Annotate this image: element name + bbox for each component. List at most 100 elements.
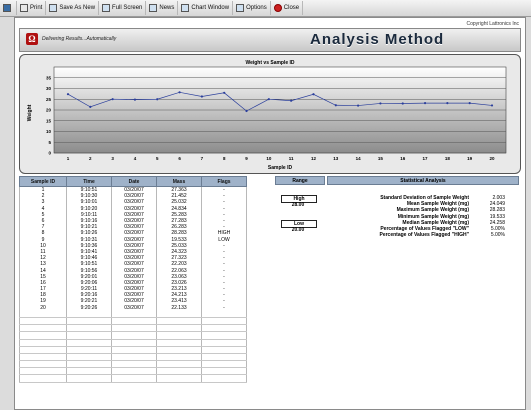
x-tick-label: 12 (311, 156, 317, 161)
empty-cell (111, 331, 157, 340)
empty-cell (111, 374, 157, 383)
sample-table: Sample ID Time Date Mass Flags 1 9:10:51 0… (19, 176, 247, 383)
data-point (89, 105, 92, 108)
data-point (178, 91, 181, 94)
empty-table-row (19, 310, 247, 318)
data-point (245, 109, 248, 113)
x-tick-label: 3 (111, 156, 114, 161)
x-tick-label: 7 (201, 156, 204, 161)
empty-cell (201, 310, 247, 318)
x-tick-label: 15 (378, 156, 384, 161)
empty-cell (111, 346, 157, 354)
empty-cell (66, 360, 112, 369)
empty-cell (156, 374, 202, 383)
stat-row: Percentage of Values Flagged "LOW" 5.00% (327, 226, 519, 232)
empty-cell (156, 339, 202, 347)
empty-cell (19, 317, 67, 326)
x-tick-label: 8 (223, 156, 226, 161)
x-tick-label: 14 (356, 156, 362, 161)
stat-label: Median Sample Weight (mg) (402, 219, 469, 226)
stat-label: Percentage of Values Flagged "LOW" (380, 226, 469, 232)
empty-cell (111, 324, 157, 333)
x-tick-label: 16 (400, 156, 406, 161)
empty-cell (111, 317, 157, 326)
app-menu[interactable] (0, 1, 17, 15)
x-tick-label: 10 (266, 156, 272, 161)
empty-cell (66, 331, 112, 340)
empty-table-row (19, 339, 247, 347)
tagline: Delivering Results...Automatically (42, 36, 117, 42)
data-point (290, 99, 293, 102)
full-screen-button[interactable]: Full Screen (99, 1, 147, 15)
close-icon (273, 4, 282, 12)
print-button[interactable]: Print (17, 1, 47, 15)
x-tick-label: 18 (445, 156, 451, 161)
y-tick-label: 20 (46, 108, 52, 113)
data-point (490, 104, 494, 107)
empty-cell (66, 374, 112, 383)
stat-value: 28.283 (489, 207, 505, 214)
stat-value: 5.00% (490, 226, 505, 232)
empty-cell (156, 346, 202, 354)
data-point (357, 104, 360, 107)
close-button[interactable]: Close (271, 1, 304, 15)
empty-cell (156, 324, 202, 333)
stat-value: 5.00% (490, 232, 505, 239)
news-button[interactable]: News (146, 1, 179, 15)
data-point (200, 95, 203, 98)
save-as-new-button[interactable]: Save As New (46, 1, 100, 15)
y-tick-label: 0 (48, 151, 51, 156)
y-tick-label: 35 (46, 75, 52, 80)
x-axis-label: Sample ID (268, 165, 293, 171)
empty-cell (19, 367, 67, 376)
chart-canvas: Weight vs Sample ID 051015202530351 2 3 4 5 6… (27, 60, 507, 171)
col-date[interactable]: Date (111, 176, 157, 187)
data-point (267, 98, 270, 101)
data-point (66, 93, 70, 96)
data-point (133, 98, 137, 101)
app-icon (3, 4, 11, 12)
empty-cell (66, 324, 112, 333)
stat-value: 2.003 (492, 195, 505, 201)
stat-value: 24.049 (489, 201, 505, 208)
stat-row: Median Sample Weight (mg) 24.258 (327, 220, 519, 226)
x-tick-label: 4 (134, 156, 137, 161)
col-mass[interactable]: Mass (156, 176, 202, 187)
stat-row: Minimum Sample Weight (mg) 19.533 (327, 214, 519, 220)
report-header: Ω Delivering Results...Automatically Ana… (19, 28, 521, 52)
stat-label: Maximum Sample Weight (mg) (396, 207, 469, 214)
empty-cell (111, 310, 157, 318)
x-tick-label: 5 (156, 156, 159, 161)
col-sample-id[interactable]: Sample ID (19, 176, 67, 187)
table-row[interactable]: 1 9:10:51 03/20/07 27.363- (19, 186, 247, 194)
empty-cell (201, 331, 247, 340)
col-flags[interactable]: Flags (201, 176, 247, 187)
stat-row: Standard Deviation of Sample Weight 2.003 (327, 195, 519, 201)
data-point (401, 102, 404, 105)
table-body: 1 9:10:51 03/20/07 27.363-2 9:10:30 03/20/07 2… (19, 186, 247, 383)
empty-cell (66, 339, 112, 347)
empty-cell (201, 367, 247, 376)
empty-table-row (19, 367, 247, 376)
y-tick-label: 10 (46, 129, 52, 134)
empty-table-row (19, 346, 247, 354)
y-tick-label: 15 (46, 118, 52, 123)
col-time[interactable]: Time (66, 176, 112, 187)
results-area: Sample ID Time Date Mass Flags 1 9:10:51 0… (19, 176, 519, 406)
data-point (468, 101, 471, 105)
y-tick-label: 5 (48, 140, 51, 145)
y-axis-label: Weight (27, 104, 33, 121)
chart-window-button[interactable]: Chart Window (178, 1, 234, 15)
empty-cell (156, 367, 202, 376)
empty-cell (19, 331, 67, 340)
x-tick-label: 2 (89, 156, 92, 161)
stat-row: Percentage of Values Flagged "HIGH" 5.00% (327, 232, 519, 238)
x-tick-label: 9 (245, 156, 248, 161)
empty-cell (156, 331, 202, 340)
stat-row: Maximum Sample Weight (mg) 28.283 (327, 207, 519, 213)
data-point (446, 101, 449, 105)
y-tick-label: 25 (46, 97, 52, 102)
table-header-row: Sample ID Time Date Mass Flags (19, 176, 247, 187)
options-button[interactable]: Options (233, 1, 271, 15)
stat-label: Standard Deviation of Sample Weight (380, 195, 469, 201)
